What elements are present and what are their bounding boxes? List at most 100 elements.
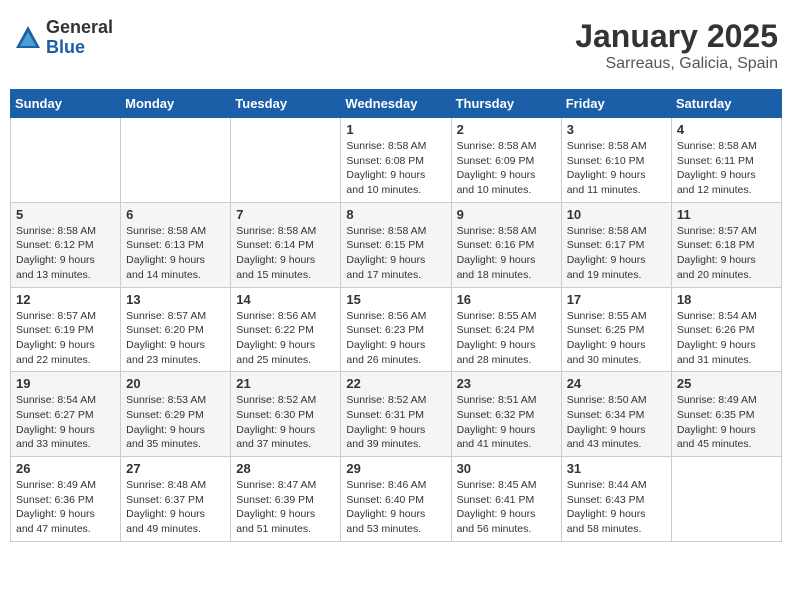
calendar-cell: 18Sunrise: 8:54 AM Sunset: 6:26 PM Dayli… [671, 287, 781, 372]
day-number: 7 [236, 207, 335, 222]
day-number: 29 [346, 461, 445, 476]
calendar-cell: 3 Sunrise: 8:58 AM Sunset: 6:10 PM Daylig… [561, 118, 671, 203]
day-info: Sunrise: 8:54 AM Sunset: 6:26 PM Dayligh… [677, 309, 776, 368]
day-number: 5 [16, 207, 115, 222]
day-number: 6 [126, 207, 225, 222]
day-number: 17 [567, 292, 666, 307]
logo-blue: Blue [46, 38, 113, 58]
day-number: 19 [16, 376, 115, 391]
calendar-cell: 10Sunrise: 8:58 AM Sunset: 6:17 PM Dayli… [561, 202, 671, 287]
day-number: 21 [236, 376, 335, 391]
day-info: Sunrise: 8:47 AM Sunset: 6:39 PM Dayligh… [236, 478, 335, 537]
weekday-header-wednesday: Wednesday [341, 90, 451, 118]
day-info: Sunrise: 8:51 AM Sunset: 6:32 PM Dayligh… [457, 393, 556, 452]
day-info: Sunrise: 8:53 AM Sunset: 6:29 PM Dayligh… [126, 393, 225, 452]
calendar-cell [671, 457, 781, 542]
day-info: Sunrise: 8:58 AM Sunset: 6:11 PM Dayligh… [677, 139, 776, 198]
logo-general: General [46, 18, 113, 38]
day-number: 13 [126, 292, 225, 307]
calendar-cell: 9 Sunrise: 8:58 AM Sunset: 6:16 PM Daylig… [451, 202, 561, 287]
day-info: Sunrise: 8:58 AM Sunset: 6:13 PM Dayligh… [126, 224, 225, 283]
day-info: Sunrise: 8:52 AM Sunset: 6:30 PM Dayligh… [236, 393, 335, 452]
day-number: 30 [457, 461, 556, 476]
weekday-header-tuesday: Tuesday [231, 90, 341, 118]
day-info: Sunrise: 8:55 AM Sunset: 6:24 PM Dayligh… [457, 309, 556, 368]
calendar-cell: 25 Sunrise: 8:49 AM Sunset: 6:35 PM Dayli… [671, 372, 781, 457]
day-info: Sunrise: 8:56 AM Sunset: 6:22 PM Dayligh… [236, 309, 335, 368]
weekday-header-thursday: Thursday [451, 90, 561, 118]
calendar-cell: 12 Sunrise: 8:57 AM Sunset: 6:19 PM Dayli… [11, 287, 121, 372]
logo-icon [14, 24, 42, 52]
day-number: 9 [457, 207, 556, 222]
day-number: 12 [16, 292, 115, 307]
calendar-cell: 7 Sunrise: 8:58 AM Sunset: 6:14 PM Daylig… [231, 202, 341, 287]
calendar-week-row: 19 Sunrise: 8:54 AM Sunset: 6:27 PM Dayli… [11, 372, 782, 457]
day-info: Sunrise: 8:58 AM Sunset: 6:10 PM Dayligh… [567, 139, 666, 198]
day-info: Sunrise: 8:49 AM Sunset: 6:35 PM Dayligh… [677, 393, 776, 452]
day-number: 20 [126, 376, 225, 391]
day-number: 25 [677, 376, 776, 391]
day-info: Sunrise: 8:56 AM Sunset: 6:23 PM Dayligh… [346, 309, 445, 368]
day-number: 24 [567, 376, 666, 391]
day-number: 8 [346, 207, 445, 222]
calendar-cell: 1 Sunrise: 8:58 AM Sunset: 6:08 PM Daylig… [341, 118, 451, 203]
calendar-cell: 30Sunrise: 8:45 AM Sunset: 6:41 PM Dayli… [451, 457, 561, 542]
weekday-header-saturday: Saturday [671, 90, 781, 118]
logo: General Blue [14, 18, 113, 58]
day-number: 28 [236, 461, 335, 476]
calendar-cell: 15Sunrise: 8:56 AM Sunset: 6:23 PM Dayli… [341, 287, 451, 372]
day-info: Sunrise: 8:57 AM Sunset: 6:19 PM Dayligh… [16, 309, 115, 368]
header: General Blue January 2025 Sarreaus, Gali… [10, 10, 782, 81]
calendar-cell: 13 Sunrise: 8:57 AM Sunset: 6:20 PM Dayli… [121, 287, 231, 372]
calendar-cell: 5Sunrise: 8:58 AM Sunset: 6:12 PM Daylig… [11, 202, 121, 287]
calendar-cell: 28 Sunrise: 8:47 AM Sunset: 6:39 PM Dayli… [231, 457, 341, 542]
calendar-week-row: 5Sunrise: 8:58 AM Sunset: 6:12 PM Daylig… [11, 202, 782, 287]
day-number: 26 [16, 461, 115, 476]
day-info: Sunrise: 8:48 AM Sunset: 6:37 PM Dayligh… [126, 478, 225, 537]
calendar-cell: 14Sunrise: 8:56 AM Sunset: 6:22 PM Dayli… [231, 287, 341, 372]
day-info: Sunrise: 8:52 AM Sunset: 6:31 PM Dayligh… [346, 393, 445, 452]
calendar-cell: 2Sunrise: 8:58 AM Sunset: 6:09 PM Daylig… [451, 118, 561, 203]
calendar-week-row: 12 Sunrise: 8:57 AM Sunset: 6:19 PM Dayli… [11, 287, 782, 372]
day-info: Sunrise: 8:58 AM Sunset: 6:15 PM Dayligh… [346, 224, 445, 283]
weekday-header-row: SundayMondayTuesdayWednesdayThursdayFrid… [11, 90, 782, 118]
day-info: Sunrise: 8:50 AM Sunset: 6:34 PM Dayligh… [567, 393, 666, 452]
day-info: Sunrise: 8:58 AM Sunset: 6:09 PM Dayligh… [457, 139, 556, 198]
calendar-cell: 24 Sunrise: 8:50 AM Sunset: 6:34 PM Dayli… [561, 372, 671, 457]
location-title: Sarreaus, Galicia, Spain [575, 55, 778, 73]
calendar-cell: 11Sunrise: 8:57 AM Sunset: 6:18 PM Dayli… [671, 202, 781, 287]
calendar-cell: 16 Sunrise: 8:55 AM Sunset: 6:24 PM Dayli… [451, 287, 561, 372]
calendar-cell: 6 Sunrise: 8:58 AM Sunset: 6:13 PM Daylig… [121, 202, 231, 287]
weekday-header-friday: Friday [561, 90, 671, 118]
weekday-header-sunday: Sunday [11, 90, 121, 118]
calendar-cell: 17Sunrise: 8:55 AM Sunset: 6:25 PM Dayli… [561, 287, 671, 372]
logo-text: General Blue [46, 18, 113, 58]
day-info: Sunrise: 8:46 AM Sunset: 6:40 PM Dayligh… [346, 478, 445, 537]
calendar-cell: 29 Sunrise: 8:46 AM Sunset: 6:40 PM Dayli… [341, 457, 451, 542]
month-title: January 2025 [575, 18, 778, 55]
day-info: Sunrise: 8:58 AM Sunset: 6:14 PM Dayligh… [236, 224, 335, 283]
calendar-cell [11, 118, 121, 203]
calendar-cell: 22 Sunrise: 8:52 AM Sunset: 6:31 PM Dayli… [341, 372, 451, 457]
day-number: 1 [346, 122, 445, 137]
day-number: 16 [457, 292, 556, 307]
day-info: Sunrise: 8:49 AM Sunset: 6:36 PM Dayligh… [16, 478, 115, 537]
day-number: 22 [346, 376, 445, 391]
day-info: Sunrise: 8:44 AM Sunset: 6:43 PM Dayligh… [567, 478, 666, 537]
day-number: 4 [677, 122, 776, 137]
day-number: 3 [567, 122, 666, 137]
calendar-week-row: 26 Sunrise: 8:49 AM Sunset: 6:36 PM Dayli… [11, 457, 782, 542]
title-area: January 2025 Sarreaus, Galicia, Spain [575, 18, 778, 73]
calendar-cell: 27Sunrise: 8:48 AM Sunset: 6:37 PM Dayli… [121, 457, 231, 542]
calendar-cell: 8 Sunrise: 8:58 AM Sunset: 6:15 PM Daylig… [341, 202, 451, 287]
calendar-cell [231, 118, 341, 203]
day-info: Sunrise: 8:58 AM Sunset: 6:16 PM Dayligh… [457, 224, 556, 283]
calendar-cell [121, 118, 231, 203]
calendar-cell: 31Sunrise: 8:44 AM Sunset: 6:43 PM Dayli… [561, 457, 671, 542]
calendar: SundayMondayTuesdayWednesdayThursdayFrid… [10, 89, 782, 542]
day-info: Sunrise: 8:54 AM Sunset: 6:27 PM Dayligh… [16, 393, 115, 452]
day-info: Sunrise: 8:58 AM Sunset: 6:08 PM Dayligh… [346, 139, 445, 198]
day-info: Sunrise: 8:57 AM Sunset: 6:20 PM Dayligh… [126, 309, 225, 368]
calendar-week-row: 1 Sunrise: 8:58 AM Sunset: 6:08 PM Daylig… [11, 118, 782, 203]
day-info: Sunrise: 8:58 AM Sunset: 6:17 PM Dayligh… [567, 224, 666, 283]
